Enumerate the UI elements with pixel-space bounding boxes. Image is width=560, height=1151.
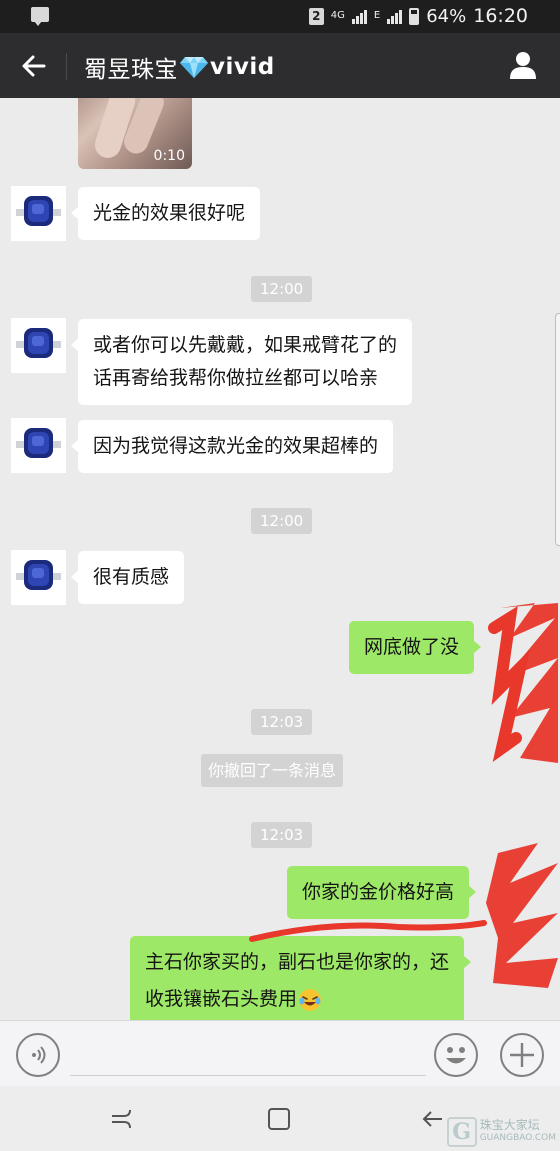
timestamp: 12:03 [251, 709, 313, 735]
person-icon[interactable] [508, 50, 538, 80]
timestamp: 12:00 [251, 276, 313, 302]
voice-icon [32, 1046, 46, 1064]
avatar[interactable] [11, 186, 66, 241]
chat-title-suffix: vivid [210, 54, 275, 80]
outgoing-message[interactable]: 主石你家买的，副石也是你家的，还 收我镶嵌石头费用 [130, 936, 472, 1020]
video-message[interactable]: 0:10 [78, 98, 192, 169]
more-button[interactable] [500, 1033, 544, 1077]
scroll-indicator[interactable] [555, 313, 560, 546]
message-text: 光金的效果很好呢 [93, 202, 246, 224]
network-type: 4G [330, 10, 345, 21]
laughing-emoji-icon [299, 988, 322, 1011]
incoming-message[interactable]: 或者你可以先戴戴，如果戒臂花了的 话再寄给我帮你做拉丝都可以哈亲 [70, 319, 413, 405]
message-notification-icon [31, 7, 49, 26]
emoji-icon [446, 1047, 466, 1064]
watermark: G 珠宝大家坛 GUANGBAO.COM [446, 1117, 556, 1147]
home-icon[interactable] [266, 1106, 292, 1132]
message-text-line: 或者你可以先戴戴，如果戒臂花了的 [93, 334, 398, 356]
header-divider [66, 53, 67, 80]
status-icons: 2 4G E 64% 16:20 [308, 5, 528, 27]
status-bar: 2 4G E 64% 16:20 [0, 0, 560, 33]
avatar[interactable] [11, 418, 66, 473]
signal-icon [351, 8, 367, 24]
signal-icon-2 [387, 8, 403, 24]
avatar[interactable] [11, 318, 66, 373]
incoming-message[interactable]: 很有质感 [70, 551, 185, 604]
battery-icon [409, 7, 420, 25]
incoming-message[interactable]: 因为我觉得这款光金的效果超棒的 [70, 420, 394, 473]
message-text: 网底做了没 [364, 636, 460, 658]
video-duration: 0:10 [153, 148, 185, 164]
outgoing-message[interactable]: 网底做了没 [349, 621, 482, 674]
message-text-line: 话再寄给我帮你做拉丝都可以哈亲 [93, 367, 379, 389]
sapphire-ring-avatar-icon [11, 186, 66, 241]
input-bar [0, 1020, 560, 1086]
watermark-logo: G [446, 1117, 477, 1147]
incoming-message[interactable]: 光金的效果很好呢 [70, 187, 261, 240]
chat-title: 蜀昱珠宝 vivid [84, 50, 275, 84]
emoji-button[interactable] [434, 1033, 478, 1077]
sapphire-ring-avatar-icon [11, 418, 66, 473]
chat-area[interactable]: 0:10 光金的效果很好呢 12:00 或者你可以先戴戴，如果戒臂花了的 话再寄… [0, 98, 560, 1020]
message-text: 收我镶嵌石头费用 [145, 988, 298, 1010]
outgoing-message[interactable]: 你家的金价格好高 [287, 866, 477, 919]
message-text: 很有质感 [93, 566, 170, 588]
battery-percent: 64% [426, 5, 467, 27]
network-type-2: E [373, 10, 381, 21]
recalled-message-notice: 你撤回了一条消息 [201, 754, 344, 787]
clock: 16:20 [473, 5, 528, 27]
sapphire-ring-avatar-icon [11, 318, 66, 373]
timestamp: 12:03 [251, 822, 313, 848]
redaction-scribble [488, 603, 558, 763]
voice-button[interactable] [16, 1033, 60, 1077]
chat-header: 蜀昱珠宝 vivid [0, 33, 560, 98]
message-text: 因为我觉得这款光金的效果超棒的 [93, 435, 379, 457]
system-nav-bar: G 珠宝大家坛 GUANGBAO.COM [0, 1086, 560, 1151]
plus-icon [510, 1043, 534, 1067]
sim-icon: 2 [308, 7, 324, 25]
message-text: 你家的金价格好高 [302, 881, 455, 903]
timestamp: 12:00 [251, 508, 313, 534]
message-text-line: 主石你家买的，副石也是你家的，还 [145, 951, 450, 973]
back-arrow-icon[interactable] [18, 50, 50, 82]
back-icon[interactable] [420, 1106, 446, 1132]
message-text-line: 收我镶嵌石头费用 [145, 981, 449, 1018]
avatar[interactable] [11, 550, 66, 605]
sapphire-ring-avatar-icon [11, 550, 66, 605]
message-input[interactable] [70, 1034, 426, 1076]
chat-title-name: 蜀昱珠宝 [84, 57, 178, 83]
diamond-icon [180, 57, 208, 78]
watermark-text: 珠宝大家坛 GUANGBAO.COM [479, 1118, 556, 1144]
recent-apps-icon[interactable] [108, 1106, 134, 1132]
